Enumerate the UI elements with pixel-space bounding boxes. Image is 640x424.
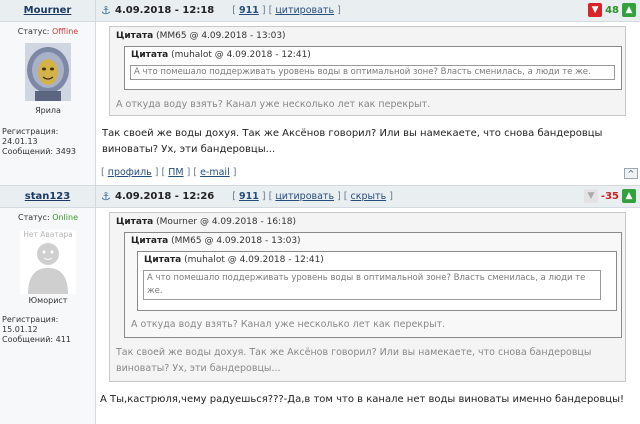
quote-header: Цитата (muhalot @ 4.09.2018 - 12:41) [144, 255, 324, 265]
quote-header: Цитата (MM65 @ 4.09.2018 - 13:03) [131, 236, 301, 246]
scroll-to-top-button[interactable]: ^ [624, 168, 638, 179]
post-content: ⚓ 4.09.2018 - 12:26 [ 911 ] [ цитировать… [96, 186, 640, 424]
post-header: ⚓ 4.09.2018 - 12:26 [ 911 ] [ цитировать… [96, 186, 640, 208]
quote-text: же. [147, 286, 163, 296]
quote-text: виноваты? Ух, эти бандеровцы... [116, 363, 281, 374]
post-datetime: 4.09.2018 - 12:18 [115, 5, 215, 16]
quote-text-box: А что помешало поддерживать уровень воды… [143, 270, 601, 300]
email-link[interactable]: e-mail [200, 167, 230, 178]
quote-header: Цитата (MM65 @ 4.09.2018 - 13:03) [116, 31, 286, 41]
thumbs-down-icon[interactable]: ▼ [588, 3, 603, 17]
thumbs-down-icon[interactable]: ▼ [583, 189, 598, 203]
rating-score: 48 [605, 4, 619, 16]
user-panel-header: Mourner [0, 0, 95, 22]
quote-header: Цитата (muhalot @ 4.09.2018 - 12:41) [131, 50, 311, 60]
user-registration: Регистрация: 24.01.13 Сообщений: 3493 [2, 127, 76, 156]
user-panel: Mourner Статус: Offline Ярила Регистраци… [0, 0, 96, 185]
post-rating: ▼ -35 ▲ [583, 189, 636, 203]
quote-text: А что помешало поддерживать уровень воды… [147, 273, 586, 283]
nested-quote-block: Цитата (muhalot @ 4.09.2018 - 12:41) А ч… [137, 251, 617, 311]
status-label: Статус: [18, 213, 50, 222]
post-datetime: 4.09.2018 - 12:26 [115, 191, 215, 202]
hide-link[interactable]: скрыть [351, 191, 387, 202]
thumbs-up-icon[interactable]: ▲ [622, 3, 636, 17]
user-registration: Регистрация: 15.01.12 Сообщений: 411 [2, 315, 71, 344]
quote-text: А откуда воду взять? Канал уже несколько… [131, 319, 446, 330]
profile-link[interactable]: профиль [108, 167, 152, 178]
no-avatar-caption: Нет Аватара [23, 230, 73, 239]
post-body: Так своей же воды дохуя. Так же Аксёнов … [102, 128, 603, 155]
post-rating: ▼ 48 ▲ [588, 3, 636, 17]
post-number-link[interactable]: 911 [239, 191, 259, 202]
nested-quote-block: Цитата (MM65 @ 4.09.2018 - 13:03) Цитата… [124, 232, 622, 338]
quote-text: Так своей же воды дохуя. Так же Аксёнов … [116, 347, 592, 358]
quote-header: Цитата (Mourner @ 4.09.2018 - 16:18) [116, 217, 297, 227]
cite-link[interactable]: цитировать [275, 5, 334, 16]
post-number-link[interactable]: 911 [239, 5, 259, 16]
nested-quote-block: Цитата (muhalot @ 4.09.2018 - 12:41) А ч… [124, 46, 622, 90]
status-label: Статус: [17, 27, 50, 36]
anchor-icon[interactable]: ⚓ [101, 4, 115, 17]
quote-block: Цитата (Mourner @ 4.09.2018 - 16:18) Цит… [109, 212, 626, 382]
avatar [25, 43, 71, 101]
anchor-icon[interactable]: ⚓ [101, 190, 115, 203]
quote-text-box: А что помешало поддерживать уровень воды… [130, 65, 615, 80]
post: Mourner Статус: Offline Ярила Регистраци… [0, 0, 640, 186]
user-title: Юморист [28, 296, 68, 305]
avatar: Нет Аватара [20, 230, 76, 294]
post-header: ⚓ 4.09.2018 - 12:18 [ 911 ] [ цитировать… [96, 0, 640, 22]
quote-text: А откуда воду взять? Канал уже несколько… [116, 99, 431, 110]
author-link[interactable]: stan123 [25, 191, 70, 202]
user-status: Статус: Offline [0, 27, 96, 36]
post-actions: [ 911 ] [ цитировать ] [ скрыть ] [232, 191, 393, 202]
quote-text: А что помешало поддерживать уровень воды… [134, 67, 591, 77]
post-content: ⚓ 4.09.2018 - 12:18 [ 911 ] [ цитировать… [96, 0, 640, 185]
post: stan123 Статус: Online Нет Аватара Юмори… [0, 186, 640, 424]
user-panel: stan123 Статус: Online Нет Аватара Юмори… [0, 186, 96, 424]
status-value: Offline [51, 27, 79, 36]
rating-score: -35 [600, 190, 619, 202]
user-status: Статус: Online [0, 213, 96, 222]
pm-link[interactable]: ПМ [168, 167, 183, 178]
author-link[interactable]: Mourner [24, 5, 72, 16]
user-panel-header: stan123 [0, 186, 95, 208]
post-body: А Ты,кастрюля,чему радуешься???-Да,в том… [100, 394, 625, 405]
status-value: Online [52, 213, 78, 222]
post-actions: [ 911 ] [ цитировать ] [232, 5, 341, 16]
thumbs-up-icon[interactable]: ▲ [622, 189, 636, 203]
quote-block: Цитата (MM65 @ 4.09.2018 - 13:03) Цитата… [109, 26, 626, 116]
post-footer: [ профиль ] [ ПМ ] [ e-mail ] [101, 167, 237, 178]
user-title: Ярила [35, 106, 61, 115]
cite-link[interactable]: цитировать [275, 191, 334, 202]
